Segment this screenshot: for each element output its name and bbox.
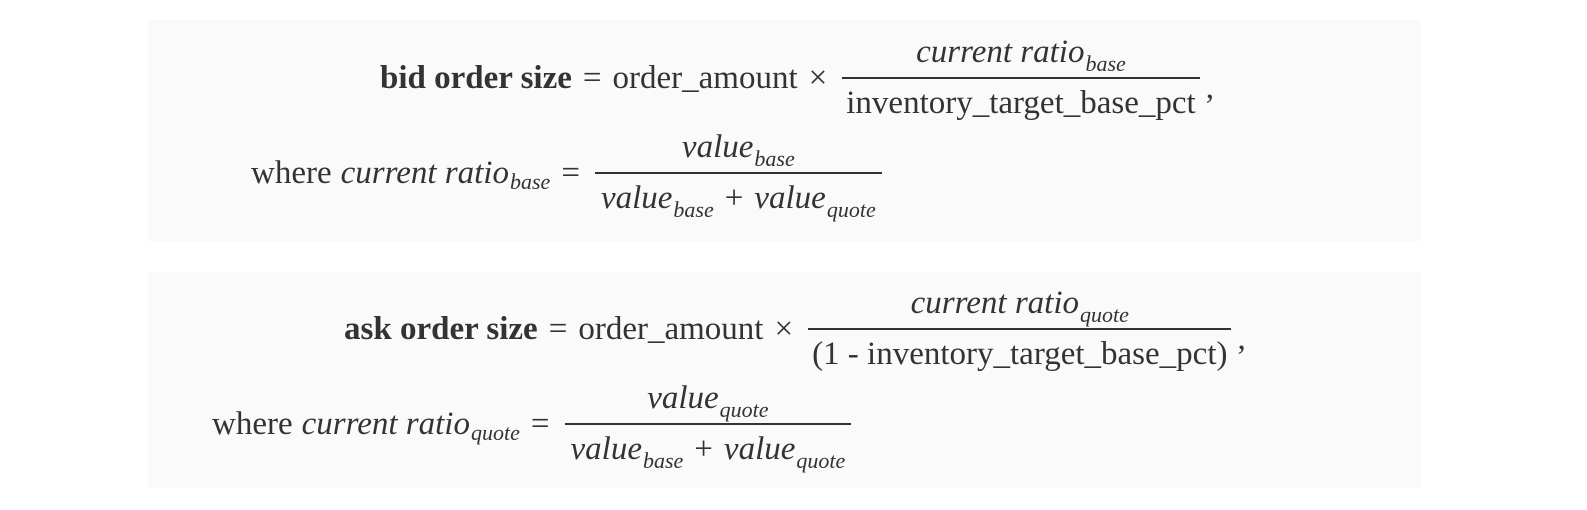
bid-lhs: bid order size: [380, 59, 572, 96]
where-word: where: [251, 154, 332, 191]
subscript: quote: [796, 448, 846, 473]
ask-where-equation: where current ratio quote = valuequote va…: [212, 382, 855, 472]
value-text: value: [647, 380, 719, 416]
fraction-denominator: valuebase + valuequote: [594, 172, 882, 221]
value-text: value: [754, 180, 826, 216]
subscript: quote: [719, 397, 769, 422]
fraction-numerator: valuequote: [641, 382, 774, 423]
subscript: quote: [826, 197, 876, 222]
equals-sign: =: [530, 405, 550, 442]
plus-sign: +: [724, 180, 744, 216]
subscript: base: [1085, 51, 1126, 76]
fraction-denominator: valuebase + valuequote: [564, 423, 852, 472]
value-text: value: [570, 431, 642, 467]
ask-ratio-fraction: current ratioquote (1 - inventory_target…: [808, 287, 1232, 371]
subscript: quote: [470, 420, 520, 445]
value-ratio-fraction: valuequote valuebase + valuequote: [564, 382, 852, 472]
fraction-numerator: valuebase: [676, 131, 801, 172]
value-text: value: [681, 129, 754, 165]
subscript: base: [754, 146, 795, 171]
fraction-denominator: (1 - inventory_target_base_pct): [808, 328, 1232, 371]
equals-sign: =: [561, 154, 580, 191]
order-amount-term: order_amount: [612, 59, 798, 96]
value-text: value: [723, 431, 796, 467]
plus-sign: +: [694, 431, 713, 467]
bid-order-size-equation: bid order size = order_amount × current …: [380, 36, 1214, 120]
subscript: quote: [1080, 302, 1129, 327]
times-sign: ×: [808, 59, 828, 96]
value-text: value: [600, 180, 673, 216]
current-ratio-text: current ratio: [301, 405, 470, 442]
current-ratio-text: current ratio: [916, 34, 1085, 70]
ask-lhs: ask order size: [344, 310, 538, 347]
current-ratio-text: current ratio: [340, 154, 509, 191]
subscript: base: [642, 448, 684, 473]
order-amount-term: order_amount: [578, 310, 764, 347]
bid-ratio-fraction: current ratiobase inventory_target_base_…: [842, 36, 1200, 120]
times-sign: ×: [774, 310, 794, 347]
equals-sign: =: [582, 59, 602, 96]
value-ratio-fraction: valuebase valuebase + valuequote: [594, 131, 882, 221]
fraction-denominator: inventory_target_base_pct: [842, 77, 1200, 120]
bid-where-equation: where current ratio base = valuebase valu…: [251, 131, 886, 221]
equals-sign: =: [548, 310, 568, 347]
fraction-numerator: current ratioquote: [907, 287, 1133, 328]
where-word: where: [212, 405, 293, 442]
current-ratio-text: current ratio: [910, 285, 1079, 321]
comma: ,: [1205, 69, 1214, 106]
subscript: base: [509, 169, 551, 194]
comma: ,: [1237, 320, 1246, 357]
fraction-numerator: current ratiobase: [912, 36, 1130, 77]
ask-order-size-equation: ask order size = order_amount × current …: [344, 287, 1246, 371]
subscript: base: [673, 197, 714, 222]
